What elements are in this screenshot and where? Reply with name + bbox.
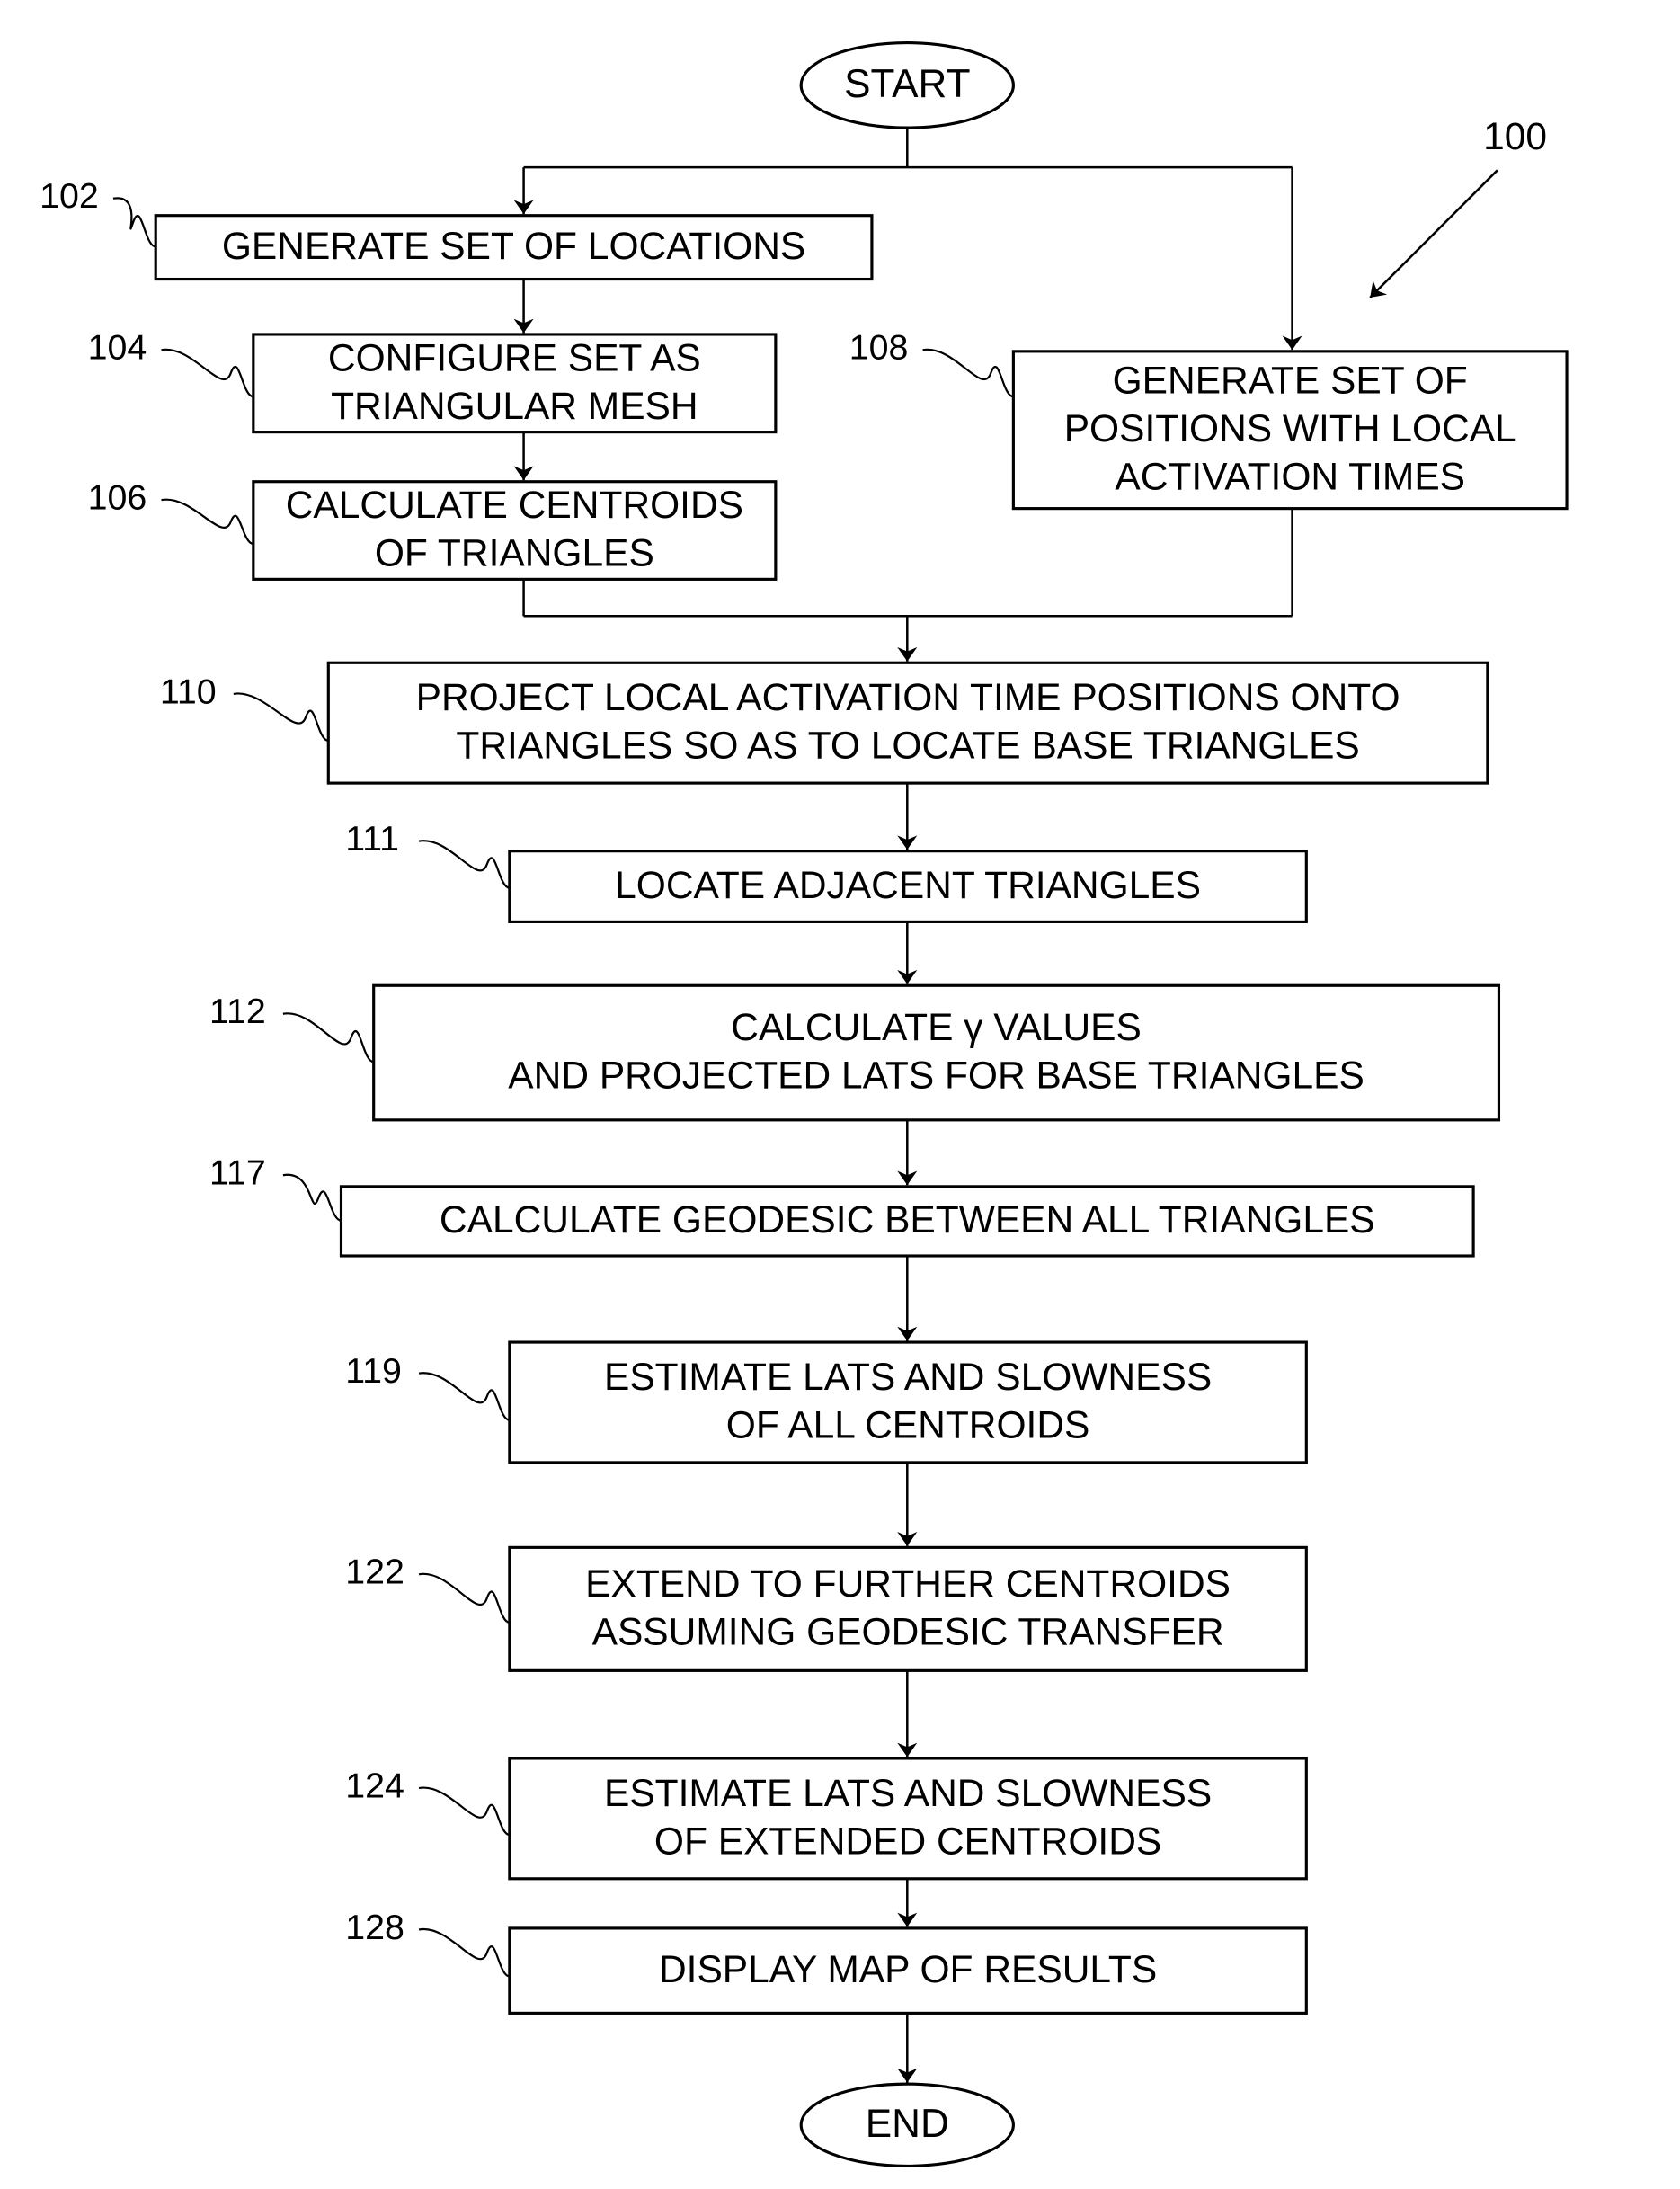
step-117: CALCULATE GEODESIC BETWEEN ALL TRIANGLES…: [209, 1153, 1475, 1258]
flowchart: START 100 GENERATE SET OF LOCATIONS 102 CO…: [40, 41, 1569, 2168]
leader-line: [418, 840, 511, 889]
leader-line: [233, 692, 329, 742]
step-124: ESTIMATE LATS AND SLOWNESS OF EXTENDED CE…: [345, 1757, 1308, 1881]
step-text-line: GENERATE SET OF: [1113, 360, 1468, 403]
leader-line: [418, 1572, 511, 1624]
step-reference-number: 108: [849, 328, 909, 368]
end-terminal: END: [799, 2082, 1015, 2168]
leader-line: [418, 1786, 511, 1837]
step-reference-number: 106: [88, 478, 147, 518]
leader-line: [161, 348, 254, 398]
figure-reference: 100: [1369, 116, 1547, 298]
leader-line: [418, 1928, 511, 1978]
process-steps: GENERATE SET OF LOCATIONS 102 CONFIGURE SE…: [40, 176, 1569, 2015]
leader-line: [112, 197, 156, 248]
step-108: GENERATE SET OF POSITIONS WITH LOCAL ACTIV…: [849, 328, 1569, 511]
step-text-line: OF ALL CENTROIDS: [726, 1405, 1090, 1447]
step-text-line: CALCULATE GEODESIC BETWEEN ALL TRIANGLES: [440, 1199, 1375, 1241]
step-reference-number: 112: [209, 992, 266, 1031]
step-text-line: ACTIVATION TIMES: [1115, 457, 1465, 499]
step-text-line: TRIANGULAR MESH: [331, 386, 698, 428]
step-reference-number: 111: [345, 819, 399, 859]
step-102: GENERATE SET OF LOCATIONS 102: [40, 176, 874, 281]
end-label: END: [866, 2102, 949, 2146]
step-reference-number: 117: [209, 1153, 266, 1193]
step-text-line: ESTIMATE LATS AND SLOWNESS: [604, 1773, 1212, 1815]
step-text-line: OF EXTENDED CENTROIDS: [654, 1820, 1161, 1863]
step-text-line: TRIANGLES SO AS TO LOCATE BASE TRIANGLES: [456, 725, 1359, 768]
step-text-line: CONFIGURE SET AS: [328, 337, 701, 379]
leader-line: [161, 498, 254, 546]
step-reference-number: 122: [345, 1553, 404, 1592]
step-106: CALCULATE CENTROIDS OF TRIANGLES 106: [88, 478, 778, 581]
leader-line: [418, 1372, 511, 1421]
step-reference-number: 110: [160, 672, 217, 711]
step-111: LOCATE ADJACENT TRIANGLES 111: [345, 819, 1308, 923]
step-text-line: DISPLAY MAP OF RESULTS: [659, 1949, 1157, 1991]
step-box: [372, 983, 1501, 1122]
step-110: PROJECT LOCAL ACTIVATION TIME POSITIONS …: [160, 661, 1489, 785]
step-text-line: LOCATE ADJACENT TRIANGLES: [615, 865, 1201, 907]
step-104: CONFIGURE SET AS TRIANGULAR MESH 104: [88, 328, 778, 434]
step-128: DISPLAY MAP OF RESULTS 128: [345, 1908, 1308, 2015]
start-label: START: [844, 62, 970, 106]
step-reference-number: 102: [40, 176, 99, 216]
step-text-line: EXTEND TO FURTHER CENTROIDS: [585, 1563, 1231, 1606]
figure-reference-arrow: [1369, 169, 1498, 298]
leader-line: [282, 1012, 375, 1063]
step-text-line: OF TRIANGLES: [375, 533, 654, 575]
step-112: CALCULATE γ VALUES AND PROJECTED LATS FOR…: [209, 983, 1501, 1122]
step-text-line: GENERATE SET OF LOCATIONS: [222, 226, 805, 268]
step-reference-number: 104: [88, 328, 147, 368]
step-reference-number: 124: [345, 1766, 404, 1805]
start-terminal: START: [799, 41, 1015, 129]
step-text-line: AND PROJECTED LATS FOR BASE TRIANGLES: [508, 1055, 1364, 1098]
step-reference-number: 119: [345, 1351, 402, 1391]
step-119: ESTIMATE LATS AND SLOWNESS OF ALL CENTROI…: [345, 1340, 1308, 1464]
leader-line: [282, 1173, 342, 1222]
step-text-line: CALCULATE CENTROIDS: [286, 485, 743, 527]
step-reference-number: 128: [345, 1908, 404, 1947]
step-text-line: POSITIONS WITH LOCAL: [1064, 408, 1516, 450]
leader-line: [922, 348, 1014, 398]
step-text-line: ASSUMING GEODESIC TRANSFER: [592, 1611, 1224, 1653]
step-text-line: PROJECT LOCAL ACTIVATION TIME POSITIONS …: [416, 677, 1400, 719]
step-122: EXTEND TO FURTHER CENTROIDS ASSUMING GEOD…: [345, 1545, 1308, 1672]
figure-reference-label: 100: [1483, 116, 1547, 158]
step-text-line: CALCULATE γ VALUES: [731, 1007, 1142, 1049]
step-text-line: ESTIMATE LATS AND SLOWNESS: [604, 1357, 1212, 1399]
